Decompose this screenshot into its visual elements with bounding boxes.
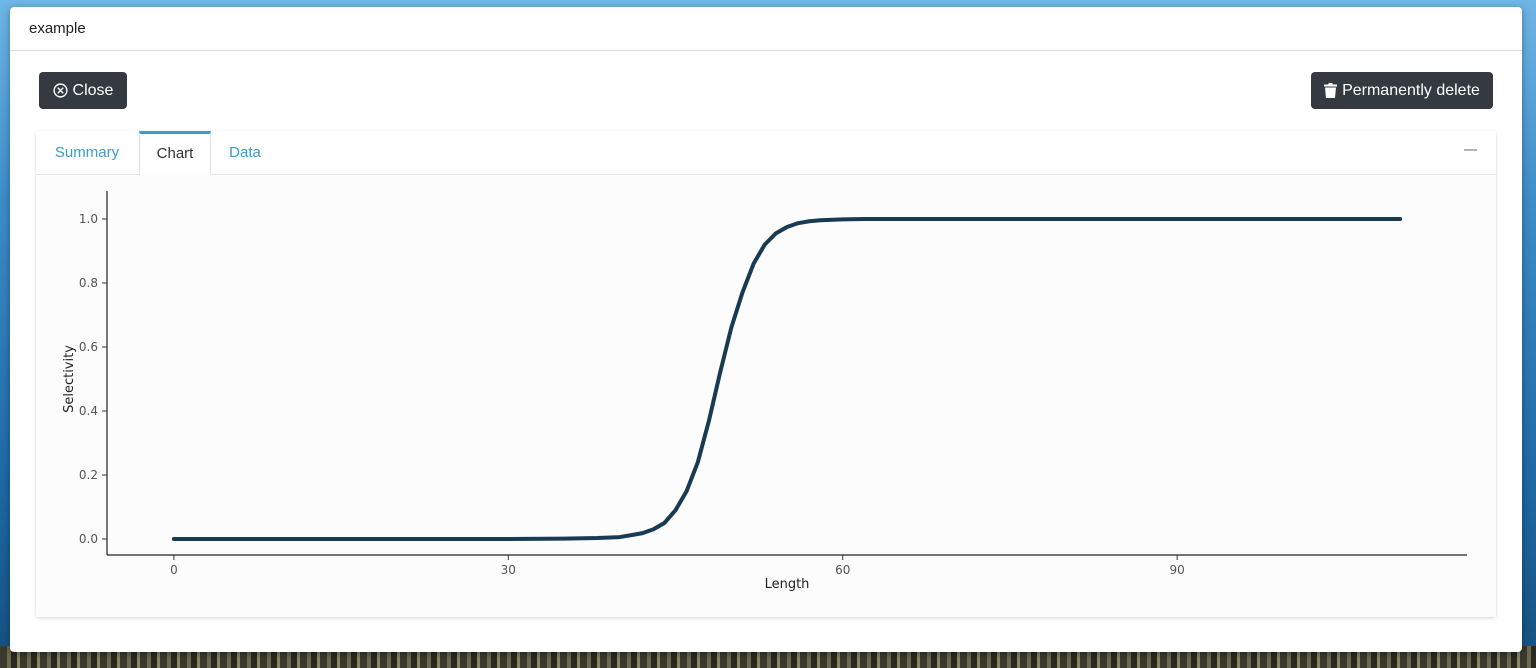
- y-tick-label: 0.4: [79, 404, 98, 418]
- selectivity-chart: 0.0 0.2 0.4 0.6 0.8 1.0 0 30 60 90 Length Selecti…: [36, 175, 1496, 617]
- y-tick-label: 0.0: [79, 532, 98, 546]
- tab-data[interactable]: Data: [212, 131, 278, 174]
- y-tick-label: 0.6: [79, 340, 98, 354]
- circle-x-icon: [52, 83, 68, 98]
- minus-icon[interactable]: [1464, 143, 1478, 157]
- x-axis-label: Length: [765, 577, 810, 592]
- modal-header: example: [10, 7, 1522, 51]
- y-tick-label: 0.2: [79, 468, 98, 482]
- chart-area: 0.0 0.2 0.4 0.6 0.8 1.0 0 30 60 90 Length Selecti…: [36, 175, 1496, 617]
- close-button-label: Close: [72, 81, 114, 99]
- delete-button-label: Permanently delete: [1342, 81, 1480, 99]
- tab-summary[interactable]: Summary: [36, 131, 138, 174]
- y-tick-label: 0.8: [79, 276, 98, 290]
- tab-bar: Summary Chart Data: [36, 131, 1496, 175]
- x-tick-label: 90: [1170, 563, 1185, 577]
- modal-dialog: example Close Permanently delete Summary…: [10, 7, 1522, 652]
- trash-icon: [1324, 83, 1338, 98]
- x-tick-label: 60: [835, 563, 850, 577]
- permanently-delete-button[interactable]: Permanently delete: [1311, 72, 1493, 109]
- x-tick-label: 0: [170, 563, 178, 577]
- x-tick-label: 30: [501, 563, 516, 577]
- tab-chart[interactable]: Chart: [139, 131, 211, 175]
- y-tick-label: 1.0: [79, 212, 98, 226]
- content-card: Summary Chart Data 0.0 0.2 0.4 0.6 0.8 1.0 0 30…: [36, 131, 1496, 617]
- y-axis-label: Selectivity: [62, 345, 77, 413]
- modal-title: example: [29, 20, 86, 37]
- close-button[interactable]: Close: [39, 72, 127, 109]
